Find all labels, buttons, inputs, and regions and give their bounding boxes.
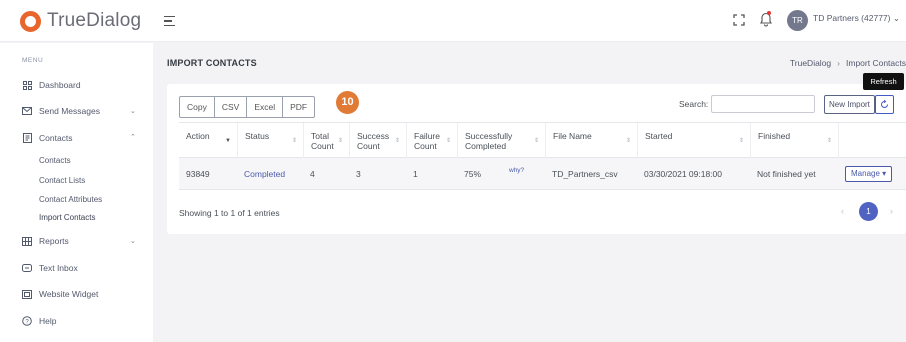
contacts-icon [22,133,32,143]
cell-success-count: 3 [356,169,361,179]
csv-button[interactable]: CSV [213,96,248,118]
column-header-action[interactable]: Action ▼ [179,123,237,159]
chevron-down-icon: ⌄ [130,238,136,245]
cell-status[interactable]: Completed [237,158,285,190]
sort-icon: ⇕ [826,138,832,144]
sidebar-item-label: Reports [39,236,69,246]
avatar[interactable]: TR [787,10,808,31]
cell-total-count: 4 [310,169,315,179]
sidebar-item-dashboard[interactable]: Dashboard [22,78,81,92]
excel-button[interactable]: Excel [246,96,284,118]
brand-name: TrueDialog [47,10,142,31]
step-badge: 10 [336,91,359,114]
column-header-finished[interactable]: Finished ⇕ [750,123,838,159]
sidebar-sub-import-contacts[interactable]: Import Contacts [39,213,95,222]
cell-file-name: TD_Partners_csv [552,169,618,179]
sort-icon: ⇕ [394,138,400,144]
column-header-status[interactable]: Status ⇕ [237,123,303,159]
table-row: 93849 Completed 4 3 1 75% TD_Partners_cs… [179,158,906,190]
refresh-icon [881,100,888,108]
sidebar-item-text-inbox[interactable]: Text Inbox [22,261,78,275]
sidebar-sub-contact-attributes[interactable]: Contact Attributes [39,195,102,204]
breadcrumb: TrueDialog › Import Contacts [790,58,906,68]
column-header-successfully-completed[interactable]: Successfully Completed ⇕ [457,123,545,159]
sidebar-item-label: Website Widget [39,289,99,299]
column-header-failure-count[interactable]: Failure Count ⇕ [406,123,457,159]
sidebar-item-label: Dashboard [39,80,81,90]
refresh-button[interactable] [875,95,894,114]
import-contacts-card: Copy CSV Excel PDF 10 Search: New Import… [167,84,906,234]
column-header-total-count[interactable]: Total Count ⇕ [303,123,349,159]
chevron-down-icon: ⌄ [130,108,136,115]
sidebar-item-label: Help [39,316,57,326]
cell-completed-pct: 75% [464,169,482,179]
widget-icon [22,289,32,299]
chat-icon [22,263,32,273]
logo-ring-icon [20,10,41,32]
search-input[interactable] [711,95,815,113]
table-header: Action ▼ Status ⇕ Total Count ⇕ Success Cou… [179,122,906,159]
sidebar-item-website-widget[interactable]: Website Widget [22,287,98,301]
sort-icon: ⇕ [445,138,451,144]
sidebar-sub-contacts[interactable]: Contacts [39,156,71,165]
dashboard-icon [22,80,32,90]
pagination-next[interactable]: › [890,206,893,216]
pagination-prev[interactable]: ‹ [841,206,844,216]
column-header-file-name[interactable]: File Name ⇕ [545,123,637,159]
menu-toggle-icon[interactable] [164,16,175,29]
cell-action: 93849 [186,169,210,179]
help-icon: ? [22,316,32,326]
sort-icon: ⇕ [291,138,297,144]
chevron-up-icon: ⌃ [130,134,136,141]
fullscreen-icon[interactable] [733,14,745,26]
why-link[interactable]: why? [509,167,524,174]
page-title: IMPORT CONTACTS [167,58,257,68]
export-button-group: Copy CSV Excel PDF [179,96,316,118]
cell-failure-count: 1 [413,169,418,179]
pdf-button[interactable]: PDF [282,96,316,118]
sidebar-item-label: Contacts [39,133,73,143]
user-menu[interactable]: TD Partners (42777) ⌄ [813,13,900,24]
sort-icon: ⇕ [738,138,744,144]
cell-finished: Not finished yet [757,169,816,179]
notification-dot [767,11,771,15]
breadcrumb-separator: › [837,58,840,68]
top-bar: TrueDialog TR TD Partners (42777) ⌄ [0,0,906,42]
new-import-button[interactable]: New Import [824,95,875,114]
sidebar-item-contacts[interactable]: Contacts [22,131,73,145]
column-header-started[interactable]: Started ⇕ [637,123,750,159]
manage-dropdown-button[interactable]: Manage ▾ [845,166,893,182]
pagination-page-1[interactable]: 1 [859,202,878,221]
column-header-manage [838,123,906,159]
sidebar-item-help[interactable]: ? Help [22,314,56,328]
sort-desc-icon: ▼ [225,138,231,144]
sort-icon: ⇕ [533,138,539,144]
sidebar-item-label: Text Inbox [39,263,78,273]
sidebar-sub-contact-lists[interactable]: Contact Lists [39,176,85,185]
breadcrumb-current: Import Contacts [846,58,906,68]
brand-logo[interactable]: TrueDialog [20,10,141,32]
sidebar: MENU Dashboard Send Messages ⌄ Contacts … [0,43,153,342]
sidebar-item-reports[interactable]: Reports [22,234,69,248]
refresh-tooltip: Refresh [863,73,904,90]
sidebar-item-label: Send Messages [39,106,100,116]
table-info: Showing 1 to 1 of 1 entries [179,208,280,218]
search-label: Search: [679,99,709,109]
menu-title: MENU [22,57,44,64]
cell-started: 03/30/2021 09:18:00 [644,169,722,179]
column-header-success-count[interactable]: Success Count ⇕ [349,123,406,159]
sort-icon: ⇕ [625,138,631,144]
copy-button[interactable]: Copy [179,96,215,118]
envelope-icon [22,106,32,116]
grid-icon [22,236,32,246]
breadcrumb-home[interactable]: TrueDialog [790,58,831,68]
sidebar-item-send-messages[interactable]: Send Messages [22,104,100,118]
sort-icon: ⇕ [337,138,343,144]
